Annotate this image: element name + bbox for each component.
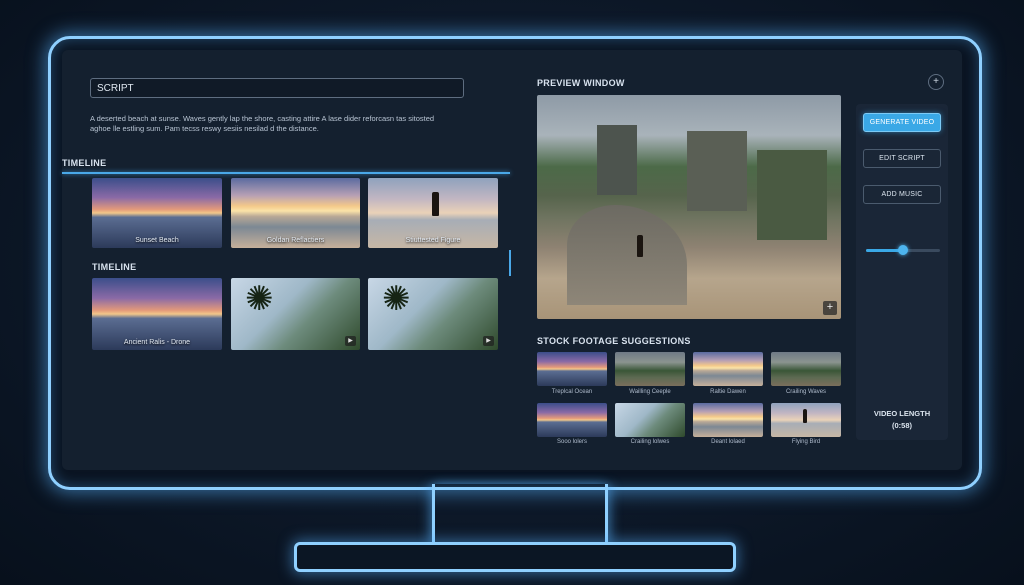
timeline-1-clip-2[interactable]: Goldan Reflactiers: [231, 178, 360, 248]
stock-thumb-7[interactable]: [693, 403, 763, 437]
timeline-1-clip-1[interactable]: Sunset Beach: [92, 178, 222, 248]
timeline-1-label: TIMELINE: [62, 158, 107, 168]
ruin-tower: [597, 125, 637, 195]
clip-caption: Goldan Reflactiers: [266, 237, 325, 244]
video-length-label: VIDEO LENGTH: [873, 409, 931, 418]
stock-caption-5: Sooo lolers: [556, 439, 588, 445]
stock-thumb-1[interactable]: [537, 352, 607, 386]
timeline-2-clip-2[interactable]: ✺ ▶: [231, 278, 360, 350]
clip-caption: Stiuttested Figure: [405, 237, 461, 244]
stock-thumb-2[interactable]: [615, 352, 685, 386]
stock-thumb-6[interactable]: [615, 403, 685, 437]
monitor-stand-base: [294, 542, 736, 572]
stock-caption-6: Crailing lolwes: [630, 439, 670, 445]
timeline-2-label: TIMELINE: [92, 262, 137, 272]
clip-caption: Ancient Ralis - Drone: [123, 339, 191, 346]
palm-tree-icon: ✺: [245, 280, 274, 318]
stock-thumb-5[interactable]: [537, 403, 607, 437]
stock-caption-3: Raltie Dawen: [710, 389, 746, 395]
preview-window-label: PREVIEW WINDOW: [537, 78, 625, 88]
figure-silhouette: [637, 235, 643, 257]
tidal-water: [567, 205, 687, 305]
play-icon[interactable]: ▶: [483, 336, 494, 346]
clip-caption: Sunset Beach: [135, 237, 179, 244]
expand-icon[interactable]: +: [928, 74, 944, 90]
monitor-stand-neck: [432, 484, 608, 544]
stock-thumb-4[interactable]: [771, 352, 841, 386]
timeline-2-clip-1[interactable]: Ancient Ralis - Drone: [92, 278, 222, 350]
script-text-line-1: A deserted beach at sunse. Waves gently …: [90, 114, 435, 123]
script-title-field[interactable]: SCRIPT: [90, 78, 464, 98]
generate-video-button[interactable]: GENERATE VIDEO: [863, 113, 941, 132]
timeline-playhead-line[interactable]: [62, 172, 510, 174]
play-icon[interactable]: ▶: [345, 336, 356, 346]
stock-thumb-8[interactable]: [771, 403, 841, 437]
stock-caption-8: Flying Bird: [791, 439, 821, 445]
stock-footage-label: STOCK FOOTAGE SUGGESTIONS: [537, 336, 691, 346]
preview-video[interactable]: +: [537, 95, 841, 319]
add-clip-icon[interactable]: +: [823, 301, 837, 315]
timeline-1-clip-3[interactable]: Stiuttested Figure: [368, 178, 498, 248]
script-text-line-2: aghoe lle estling sum. Pam tecss reswy s…: [90, 124, 319, 133]
edit-script-button[interactable]: EDIT SCRIPT: [863, 149, 941, 168]
timeline-2-clip-3[interactable]: ✺ ▶: [368, 278, 498, 350]
palm-tree-icon: ✺: [382, 280, 411, 318]
stock-caption-7: Deant lolaed: [711, 439, 745, 445]
figure-silhouette: [432, 192, 439, 216]
timeline-scroll-indicator[interactable]: [509, 250, 511, 276]
stock-caption-1: Treplcal Ocean: [551, 389, 593, 395]
ruin-temple: [687, 131, 747, 211]
ruin-terrace: [757, 150, 827, 240]
stock-caption-4: Crailing Waves: [785, 389, 827, 395]
length-slider-handle[interactable]: [898, 245, 908, 255]
script-text[interactable]: A deserted beach at sunse. Waves gently …: [90, 114, 470, 134]
figure-silhouette: [803, 409, 807, 423]
stock-thumb-3[interactable]: [693, 352, 763, 386]
stock-caption-2: Wailling Ceeple: [629, 389, 671, 395]
add-music-button[interactable]: ADD MUSIC: [863, 185, 941, 204]
video-length-value: (0:58): [891, 421, 912, 430]
